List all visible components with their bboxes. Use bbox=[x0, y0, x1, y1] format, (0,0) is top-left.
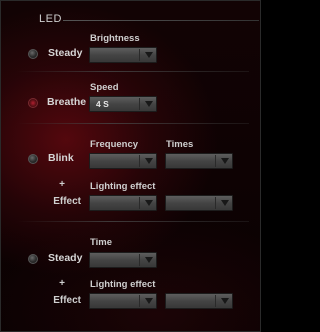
times-label: Times bbox=[166, 139, 194, 150]
dropdown-separator bbox=[215, 197, 216, 209]
time-label: Time bbox=[90, 237, 113, 248]
lighting-effect-label: Lighting effect bbox=[90, 279, 156, 290]
chevron-down-icon bbox=[221, 200, 229, 206]
section-title: LED bbox=[39, 13, 62, 25]
row-divider bbox=[17, 221, 249, 222]
time-dropdown[interactable] bbox=[89, 252, 157, 268]
dropdown-separator bbox=[139, 49, 140, 61]
chevron-down-icon bbox=[221, 298, 229, 304]
dropdown-separator bbox=[139, 155, 140, 167]
steady-radio[interactable] bbox=[28, 49, 38, 59]
frequency-dropdown[interactable] bbox=[89, 153, 157, 169]
dropdown-separator bbox=[139, 295, 140, 307]
row-divider bbox=[17, 123, 249, 124]
effect-label: Effect bbox=[53, 196, 81, 207]
breathe-label: Breathe bbox=[47, 96, 87, 108]
breathe-radio[interactable] bbox=[28, 98, 38, 108]
blink-lighting-color-dropdown[interactable] bbox=[165, 195, 233, 211]
steady-label: Steady bbox=[48, 47, 83, 59]
section-divider bbox=[63, 20, 259, 21]
frequency-label: Frequency bbox=[90, 139, 139, 150]
effect-label: Effect bbox=[53, 295, 81, 306]
row-divider bbox=[17, 71, 249, 72]
dropdown-separator bbox=[139, 197, 140, 209]
speed-label: Speed bbox=[90, 82, 119, 93]
speed-value: 4 S bbox=[96, 99, 109, 109]
blink-label: Blink bbox=[48, 152, 74, 164]
speed-dropdown[interactable]: 4 S bbox=[89, 96, 157, 112]
chevron-down-icon bbox=[221, 158, 229, 164]
blink-radio[interactable] bbox=[28, 154, 38, 164]
chevron-down-icon bbox=[145, 298, 153, 304]
dropdown-separator bbox=[215, 295, 216, 307]
chevron-down-icon bbox=[145, 257, 153, 263]
led-settings-panel: LED Steady Brightness Breathe Speed 4 S … bbox=[0, 0, 261, 332]
chevron-down-icon bbox=[145, 158, 153, 164]
blink-lighting-effect-dropdown[interactable] bbox=[89, 195, 157, 211]
plus-sign: + bbox=[59, 179, 65, 190]
steady-time-label: Steady bbox=[48, 252, 83, 264]
plus-sign: + bbox=[59, 278, 65, 289]
dropdown-separator bbox=[139, 98, 140, 110]
dropdown-separator bbox=[139, 254, 140, 266]
brightness-label: Brightness bbox=[90, 33, 140, 44]
dropdown-separator bbox=[215, 155, 216, 167]
chevron-down-icon bbox=[145, 52, 153, 58]
times-dropdown[interactable] bbox=[165, 153, 233, 169]
lighting-effect-label: Lighting effect bbox=[90, 181, 156, 192]
chevron-down-icon bbox=[145, 200, 153, 206]
steady-lighting-color-dropdown[interactable] bbox=[165, 293, 233, 309]
chevron-down-icon bbox=[145, 101, 153, 107]
steady-time-radio[interactable] bbox=[28, 254, 38, 264]
steady-lighting-effect-dropdown[interactable] bbox=[89, 293, 157, 309]
brightness-dropdown[interactable] bbox=[89, 47, 157, 63]
